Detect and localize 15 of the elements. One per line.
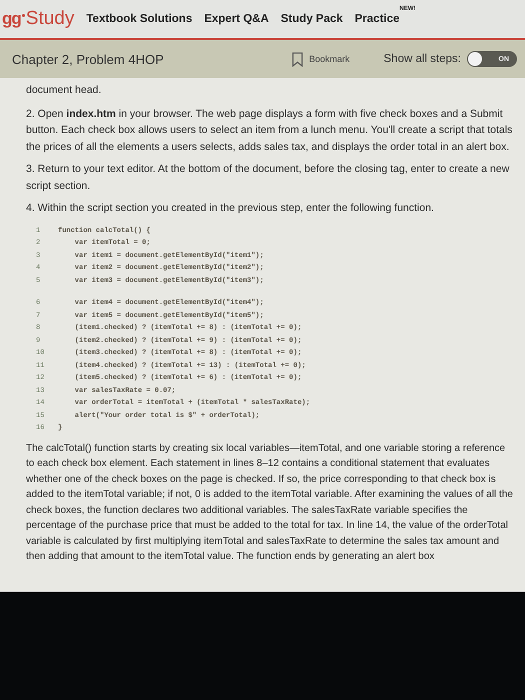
logo[interactable]: gg Study xyxy=(2,8,74,30)
nav-link[interactable]: Expert Q&A xyxy=(204,13,269,25)
problem-title: Chapter 2, Problem 4HOP xyxy=(12,52,165,66)
nav-link[interactable]: Textbook Solutions xyxy=(86,13,192,25)
step-text: 2. Open index.htm in your browser. The web page displays a form with five check boxes and a Submit button. Each check box allows users to select an item from a lunch menu. You'll create a script that totals the prices of all the elements a users selects, adds sales tax, and displays the order total in an alert box. xyxy=(26,106,513,154)
bookmark-icon xyxy=(292,52,304,66)
step-text: 3. Return to your text editor. At the bottom of the document, before the closing tag, enter to create a new script section. xyxy=(26,162,510,194)
bookmark-button[interactable]: Bookmark xyxy=(288,52,354,66)
new-label: NEW! xyxy=(400,6,416,12)
nav-link[interactable]: Practice xyxy=(354,13,400,25)
paragraph: The calcTotal() function starts by creating six local variables—itemTotal, and one variable storing a reference to each check box element. Each statement in lines 8–12 contains a conditional statement that evaluates whether one of the check boxes on the page is checked. If so, the price corresponding to that check box is added to the itemTotal variable; if not, 0 is added to the itemTotal variable. After examining the values of all the check boxes, the function declares two additional variables. The salesTaxRate variable specifies the percentage of the purchase price that must be added to the total for tax. In line 14, the value of the orderTotal variable is calculated by first multiplying itemTotal and salesTaxRate to determine the sales tax amount and then adding that amount to the itemTotal value. The function ends by generating an alert box xyxy=(26,442,513,564)
paragraph: document head. xyxy=(26,83,102,98)
show-steps-label: Show all steps: xyxy=(384,53,461,65)
step-text: 4. Within the script section you created in the previous step, enter the following function. xyxy=(26,201,435,216)
nav-link[interactable]: Study Pack xyxy=(280,13,343,25)
